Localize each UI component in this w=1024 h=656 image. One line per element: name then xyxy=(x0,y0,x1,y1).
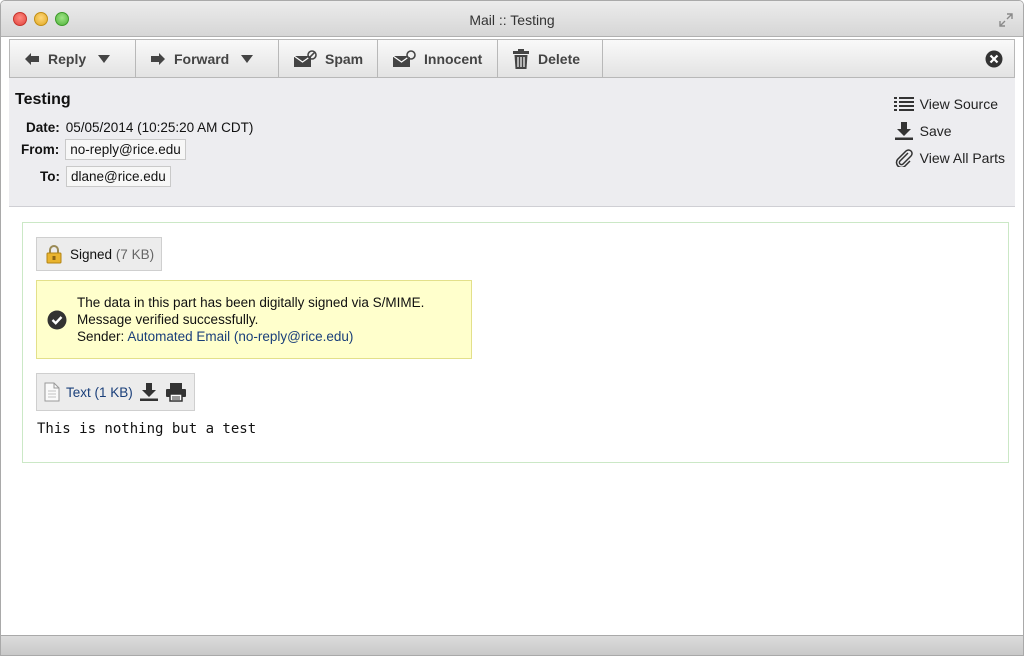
smime-text: The data in this part has been digitally… xyxy=(77,294,424,345)
window-title: Mail :: Testing xyxy=(469,12,555,28)
download-icon[interactable] xyxy=(139,382,159,402)
message-header: Testing Date: 05/05/2014 (10:25:20 AM CD… xyxy=(9,78,1015,207)
toolbar: Reply Forward Spam Innocent Delete xyxy=(9,39,1015,78)
smime-sender-label: Sender: xyxy=(77,329,125,344)
reply-button[interactable]: Reply xyxy=(10,40,136,77)
paperclip-icon xyxy=(895,148,913,167)
smime-verification-box: The data in this part has been digitally… xyxy=(36,280,472,359)
document-icon xyxy=(44,382,60,402)
smime-sender-link[interactable]: Automated Email (no-reply@rice.edu) xyxy=(127,329,353,344)
forward-button[interactable]: Forward xyxy=(136,40,279,77)
innocent-label: Innocent xyxy=(424,50,483,67)
date-label: Date: xyxy=(26,120,60,135)
spam-button[interactable]: Spam xyxy=(279,40,378,77)
download-icon xyxy=(894,121,913,140)
to-label: To: xyxy=(40,169,60,184)
status-bar xyxy=(1,635,1023,655)
chevron-down-icon[interactable] xyxy=(241,54,254,63)
text-part-tag: Text (1 KB) xyxy=(36,373,195,411)
print-icon[interactable] xyxy=(165,382,187,402)
to-row: To: dlane@rice.edu xyxy=(40,166,171,187)
view-source-label: View Source xyxy=(919,95,998,112)
smime-line-2: Message verified successfully. xyxy=(77,312,259,327)
date-row: Date: 05/05/2014 (10:25:20 AM CDT) xyxy=(26,120,253,135)
smime-sender-row: Sender: Automated Email (no-reply@rice.e… xyxy=(77,328,424,345)
reply-label: Reply xyxy=(48,50,87,67)
save-label: Save xyxy=(919,122,952,139)
view-all-parts-label: View All Parts xyxy=(919,149,1005,166)
trash-icon xyxy=(513,48,529,69)
text-part-link[interactable]: Text xyxy=(66,385,91,400)
date-value: 05/05/2014 (10:25:20 AM CDT) xyxy=(65,120,254,135)
close-circle-icon xyxy=(985,50,1003,67)
header-actions: View Source Save View All Parts xyxy=(893,90,1005,171)
signed-label: Signed xyxy=(70,246,113,262)
fullscreen-icon[interactable] xyxy=(999,13,1013,27)
mail-window: Mail :: Testing Reply Forward Spam Innoc… xyxy=(0,0,1024,656)
check-circle-icon xyxy=(47,310,67,329)
to-address[interactable]: dlane@rice.edu xyxy=(66,166,171,187)
lock-icon xyxy=(46,245,62,264)
message-body-text: This is nothing but a test xyxy=(37,421,257,437)
title-bar: Mail :: Testing xyxy=(1,1,1023,37)
from-label: From: xyxy=(21,142,60,157)
arrow-left-icon xyxy=(25,52,39,65)
view-all-parts-link[interactable]: View All Parts xyxy=(894,144,1005,171)
delete-label: Delete xyxy=(538,50,581,67)
save-link[interactable]: Save xyxy=(894,117,1005,144)
arrow-right-icon xyxy=(151,52,165,65)
spam-mail-icon xyxy=(293,49,317,67)
innocent-button[interactable]: Innocent xyxy=(378,40,498,77)
message-subject: Testing xyxy=(15,91,71,108)
signed-size: (7 KB) xyxy=(115,246,155,262)
close-message-button[interactable] xyxy=(974,40,1014,77)
from-address[interactable]: no-reply@rice.edu xyxy=(65,139,186,160)
from-row: From: no-reply@rice.edu xyxy=(21,139,186,160)
text-part-size: (1 KB) xyxy=(94,384,133,400)
view-source-link[interactable]: View Source xyxy=(893,90,1005,117)
smime-line-1: The data in this part has been digitally… xyxy=(77,295,425,310)
signed-part-tag[interactable]: Signed (7 KB) xyxy=(36,237,163,271)
forward-label: Forward xyxy=(174,50,230,67)
list-icon xyxy=(893,96,914,111)
chevron-down-icon[interactable] xyxy=(98,54,111,63)
delete-button[interactable]: Delete xyxy=(498,40,603,77)
spam-label: Spam xyxy=(325,50,364,67)
innocent-mail-icon xyxy=(392,49,416,67)
